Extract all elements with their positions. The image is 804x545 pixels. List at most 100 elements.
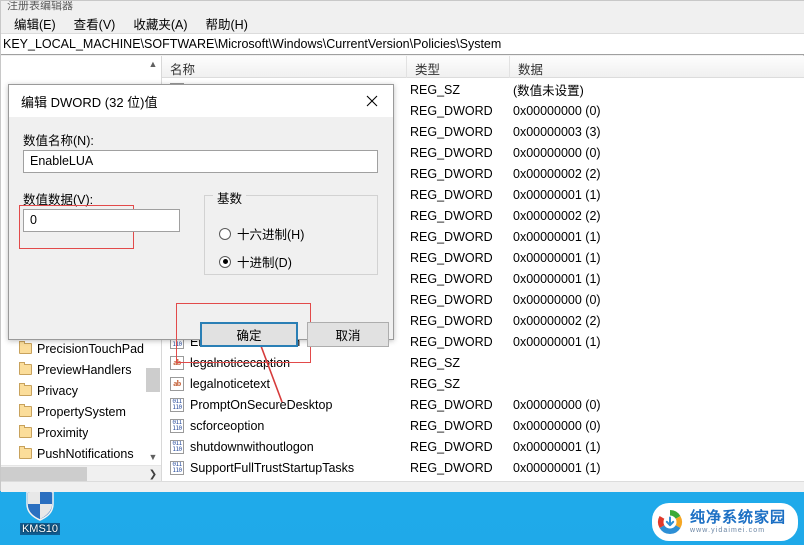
value-name: shutdownwithoutlogon bbox=[190, 439, 314, 454]
tree-item-label: PrecisionTouchPad bbox=[37, 341, 145, 356]
cell-data: 0x00000001 (1) bbox=[513, 250, 601, 265]
folder-icon bbox=[19, 425, 32, 438]
cell-type: REG_SZ bbox=[410, 376, 461, 391]
address-bar[interactable]: KEY_LOCAL_MACHINE\SOFTWARE\Microsoft\Win… bbox=[1, 33, 804, 55]
list-column-headers: 名称 类型 数据 bbox=[162, 56, 804, 78]
menu-item-favorites[interactable]: 收藏夹(A) bbox=[124, 12, 196, 35]
radio-hexadecimal-label: 十六进制(H) bbox=[237, 228, 305, 242]
folder-icon bbox=[19, 383, 32, 396]
cell-name: 011 110 PromptOnSecureDesktop bbox=[162, 397, 407, 412]
tree-item-11[interactable]: Proximity bbox=[1, 422, 145, 443]
tree-item-label: Proximity bbox=[37, 425, 89, 440]
folder-icon bbox=[19, 446, 32, 459]
watermark-title: 纯净系统家园 bbox=[689, 509, 786, 526]
tree-item-7[interactable]: PrecisionTouchPad bbox=[1, 338, 145, 359]
column-header-data[interactable]: 数据 bbox=[510, 56, 804, 78]
radio-decimal[interactable]: 十进制(D) bbox=[219, 252, 292, 271]
base-radio-group: 基数 十六进制(H) 十进制(D) bbox=[204, 188, 378, 275]
address-path: KEY_LOCAL_MACHINE\SOFTWARE\Microsoft\Win… bbox=[3, 37, 502, 51]
cell-data: 0x00000000 (0) bbox=[513, 292, 601, 307]
menu-bar: 编辑(E) 查看(V) 收藏夹(A) 帮助(H) bbox=[1, 13, 804, 33]
cell-data: 0x00000003 (3) bbox=[513, 124, 601, 139]
tree-item-8[interactable]: PreviewHandlers bbox=[1, 359, 145, 380]
cell-name: ab legalnoticetext bbox=[162, 376, 407, 391]
cell-data: 0x00000001 (1) bbox=[513, 439, 601, 454]
dword-value-icon: 011110 bbox=[170, 439, 184, 454]
value-name-label: 数值名称(N): bbox=[23, 134, 94, 148]
radio-decimal-label: 十进制(D) bbox=[237, 256, 292, 270]
value-name-input[interactable]: EnableLUA bbox=[23, 150, 378, 173]
cell-data: (数值未设置) bbox=[513, 84, 584, 98]
ok-button[interactable]: 确定 bbox=[200, 322, 298, 347]
menu-item-help[interactable]: 帮助(H) bbox=[197, 12, 257, 35]
edit-dword-dialog: 编辑 DWORD (32 位)值 数值名称(N): EnableLUA 数值数据… bbox=[8, 84, 394, 363]
tree-item-label: Privacy bbox=[37, 383, 78, 398]
dialog-title-bar[interactable]: 编辑 DWORD (32 位)值 bbox=[9, 85, 393, 117]
cell-type: REG_DWORD bbox=[410, 271, 493, 286]
desktop-icon-label: KMS10 bbox=[19, 523, 61, 535]
cell-data: 0x00000000 (0) bbox=[513, 145, 601, 160]
dword-value-icon: 011110 bbox=[170, 460, 184, 475]
cell-name: 011 110 shutdownwithoutlogon bbox=[162, 439, 407, 454]
radio-hexadecimal[interactable]: 十六进制(H) bbox=[219, 224, 304, 243]
tree-horizontal-scrollbar[interactable]: ❯ bbox=[1, 465, 161, 481]
column-header-type[interactable]: 类型 bbox=[407, 56, 510, 78]
cell-name: 011 110 SupportFullTrustStartupTasks bbox=[162, 460, 407, 475]
cell-type: REG_DWORD bbox=[410, 250, 493, 265]
cell-type: REG_DWORD bbox=[410, 229, 493, 244]
column-header-name[interactable]: 名称 bbox=[162, 56, 407, 78]
folder-icon bbox=[19, 341, 32, 354]
cell-type: REG_DWORD bbox=[410, 208, 493, 223]
cell-type: REG_DWORD bbox=[410, 145, 493, 160]
close-icon[interactable] bbox=[351, 86, 393, 116]
cell-data: 0x00000000 (0) bbox=[513, 418, 601, 433]
menu-item-edit[interactable]: 编辑(E) bbox=[5, 12, 65, 35]
tree-scroll-thumb[interactable] bbox=[146, 368, 160, 392]
table-row[interactable]: 011 110 SupportFullTrustStartupTasks REG_DW… bbox=[162, 457, 804, 478]
table-row[interactable]: ab legalnoticetext REG_SZ bbox=[162, 373, 804, 394]
cell-data: 0x00000001 (1) bbox=[513, 334, 601, 349]
string-value-icon: ab bbox=[170, 376, 184, 391]
tree-item-label: PropertySystem bbox=[37, 404, 126, 419]
cancel-button[interactable]: 取消 bbox=[307, 322, 389, 347]
table-row[interactable]: 011 110 PromptOnSecureDesktop REG_DWORD 0x00… bbox=[162, 394, 804, 415]
cell-data: 0x00000001 (1) bbox=[513, 460, 601, 475]
cell-type: REG_DWORD bbox=[410, 439, 493, 454]
dword-value-icon: 011110 bbox=[170, 397, 184, 412]
table-row[interactable]: 011 110 scforceoption REG_DWORD 0x00000000 (… bbox=[162, 415, 804, 436]
tree-item-10[interactable]: PropertySystem bbox=[1, 401, 145, 422]
scroll-right-icon[interactable]: ❯ bbox=[145, 466, 161, 481]
cell-data: 0x00000002 (2) bbox=[513, 166, 601, 181]
menu-item-view[interactable]: 查看(V) bbox=[65, 12, 125, 35]
dialog-title: 编辑 DWORD (32 位)值 bbox=[21, 94, 158, 110]
cell-type: REG_DWORD bbox=[410, 166, 493, 181]
value-name: legalnoticetext bbox=[190, 376, 270, 391]
table-row[interactable]: 011 110 shutdownwithoutlogon REG_DWORD 0x000… bbox=[162, 436, 804, 457]
value-name: SupportFullTrustStartupTasks bbox=[190, 460, 355, 475]
tree-item-9[interactable]: Privacy bbox=[1, 380, 145, 401]
dialog-body: 数值名称(N): EnableLUA 数值数据(V): 0 基数 十六进制(H)… bbox=[9, 117, 393, 363]
window-status-edge bbox=[1, 481, 804, 492]
scroll-up-icon[interactable]: ▲ bbox=[145, 56, 161, 72]
cell-data: 0x00000001 (1) bbox=[513, 229, 601, 244]
site-watermark: 纯净系统家园 www.yidaimei.com bbox=[651, 503, 798, 541]
tree-item-12[interactable]: PushNotifications bbox=[1, 443, 145, 464]
cell-type: REG_SZ bbox=[410, 82, 461, 97]
value-name: scforceoption bbox=[190, 418, 265, 433]
folder-icon bbox=[19, 404, 32, 417]
radio-decimal-indicator bbox=[219, 255, 231, 268]
base-group-label: 基数 bbox=[213, 188, 247, 207]
cell-data: 0x00000002 (2) bbox=[513, 208, 601, 223]
value-data-input[interactable]: 0 bbox=[23, 209, 180, 232]
scroll-down-icon[interactable]: ▼ bbox=[145, 449, 161, 465]
watermark-logo-icon bbox=[656, 508, 684, 536]
cell-type: REG_DWORD bbox=[410, 124, 493, 139]
cell-data: 0x00000002 (2) bbox=[513, 313, 601, 328]
cell-data: 0x00000000 (0) bbox=[513, 103, 601, 118]
cell-data: 0x00000001 (1) bbox=[513, 187, 601, 202]
cell-type: REG_DWORD bbox=[410, 313, 493, 328]
desktop-icon-kms10[interactable]: KMS10 bbox=[10, 487, 70, 535]
tree-item-label: PreviewHandlers bbox=[37, 362, 132, 377]
cell-name: 011 110 scforceoption bbox=[162, 418, 407, 433]
tree-hscroll-thumb[interactable] bbox=[1, 467, 87, 481]
